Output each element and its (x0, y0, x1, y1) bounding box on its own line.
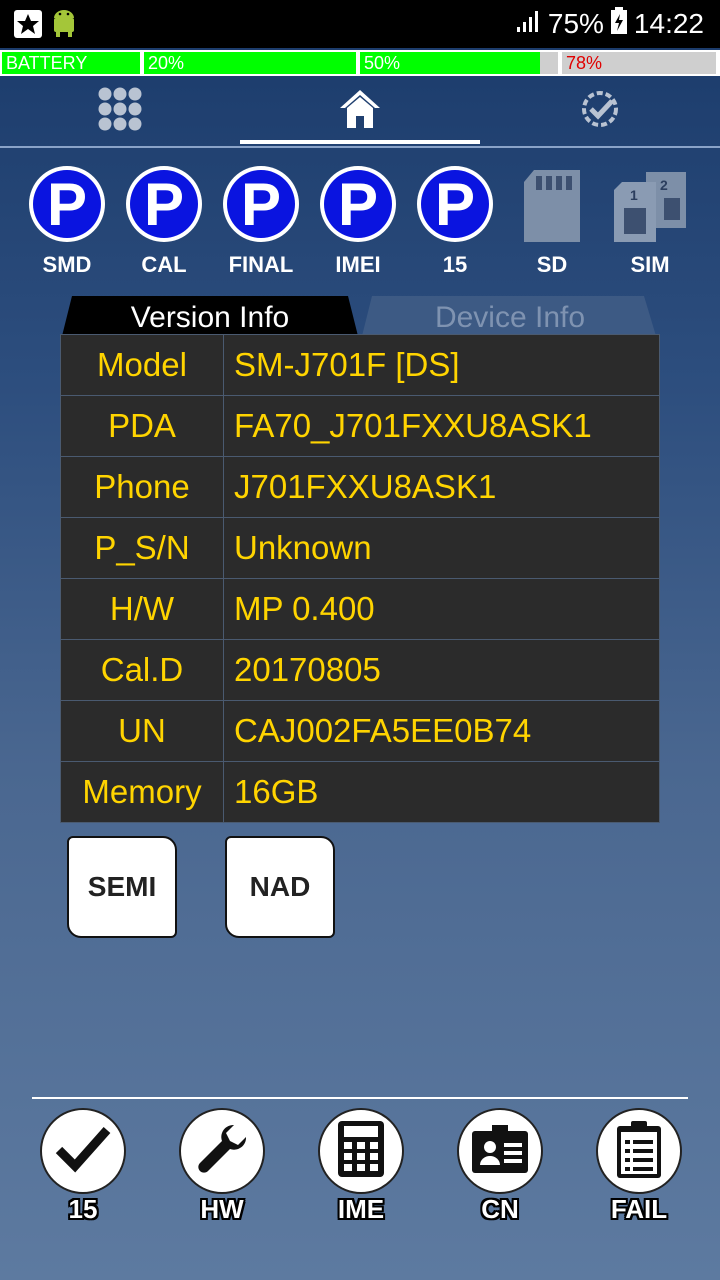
row-key: Model (60, 334, 224, 396)
status-label-smd: SMD (42, 252, 92, 277)
cn-button[interactable] (457, 1108, 543, 1194)
row-value: SM-J701F [DS] (223, 334, 660, 396)
tab-version-label: Version Info (130, 301, 290, 334)
status-label-imei: IMEI (335, 252, 381, 277)
table-row: Memory 16GB (60, 761, 660, 823)
row-key: PDA (60, 395, 224, 457)
bottom-label-cn: CN (481, 1194, 519, 1224)
table-row: Phone J701FXXU8ASK1 (60, 456, 660, 518)
star-icon (12, 8, 44, 40)
hw-button[interactable] (179, 1108, 265, 1194)
table-row: P_S/N Unknown (60, 517, 660, 579)
row-key: Cal.D (60, 639, 224, 701)
calculator-icon (338, 1120, 384, 1182)
signal-percent: 75% (547, 8, 604, 39)
top-nav (0, 78, 720, 148)
bottom-label-fail: FAIL (610, 1194, 668, 1224)
wrench-icon (194, 1121, 250, 1182)
semi-button[interactable]: SEMI (67, 836, 177, 938)
sd-card-icon[interactable] (520, 168, 584, 249)
table-row: H/W MP 0.400 (60, 578, 660, 640)
row-key: H/W (60, 578, 224, 640)
table-row: UN CAJ002FA5EE0B74 (60, 700, 660, 762)
battery-label: BATTERY (2, 52, 140, 74)
row-value: CAJ002FA5EE0B74 (223, 700, 660, 762)
status-label-15: 15 (442, 252, 468, 277)
signal-icon (516, 8, 542, 40)
tab-device-label: Device Info (434, 301, 586, 334)
status-label-cal: CAL (141, 252, 187, 277)
status-imei[interactable]: P (320, 166, 396, 242)
table-row: Cal.D 20170805 (60, 639, 660, 701)
check-settings-button[interactable] (480, 78, 720, 144)
bottom-divider (32, 1097, 688, 1099)
status-15[interactable]: P (417, 166, 493, 242)
menu-grid-button[interactable] (0, 78, 240, 144)
nav-active-indicator (240, 140, 480, 144)
battery-segment-78: 78% (562, 52, 716, 74)
row-key: UN (60, 700, 224, 762)
row-value: 20170805 (223, 639, 660, 701)
bottom-label-hw: HW (200, 1194, 244, 1224)
status-bar: 75% 14:22 (0, 0, 720, 48)
status-final[interactable]: P (223, 166, 299, 242)
clipboard-list-icon (617, 1120, 661, 1183)
row-key: Phone (60, 456, 224, 518)
test-15-button[interactable] (40, 1108, 126, 1194)
bottom-label-15: 15 (68, 1194, 98, 1224)
status-label-final: FINAL (228, 252, 294, 277)
id-card-icon (472, 1124, 528, 1178)
row-value: FA70_J701FXXU8ASK1 (223, 395, 660, 457)
row-key: Memory (60, 761, 224, 823)
storage-label-sim: SIM (630, 252, 670, 277)
grid-icon (97, 86, 143, 137)
tab-device-info[interactable]: Device Info (360, 296, 660, 336)
row-key: P_S/N (60, 517, 224, 579)
battery-charging-icon (610, 6, 628, 42)
battery-segment-gap (540, 52, 558, 74)
ime-button[interactable] (318, 1108, 404, 1194)
android-icon (50, 8, 82, 40)
storage-label-sd: SD (536, 252, 568, 277)
table-row: Model SM-J701F [DS] (60, 334, 660, 396)
status-smd[interactable]: P (29, 166, 105, 242)
row-value: Unknown (223, 517, 660, 579)
home-button[interactable] (240, 78, 480, 144)
table-row: PDA FA70_J701FXXU8ASK1 (60, 395, 660, 457)
svg-text:1: 1 (630, 187, 638, 203)
checkmark-icon (55, 1124, 111, 1179)
sim-card-icon[interactable]: 21 (612, 170, 688, 249)
check-gear-icon (578, 87, 622, 136)
row-value: MP 0.400 (223, 578, 660, 640)
svg-text:2: 2 (660, 177, 668, 193)
status-cal[interactable]: P (126, 166, 202, 242)
battery-segment-20: 20% (144, 52, 356, 74)
battery-progress-bar: BATTERY 20% 50% 78% (0, 50, 720, 76)
home-icon (338, 88, 382, 135)
nad-button[interactable]: NAD (225, 836, 335, 938)
clock: 14:22 (633, 8, 704, 39)
row-value: 16GB (223, 761, 660, 823)
bottom-label-ime: IME (337, 1194, 385, 1224)
tab-version-info[interactable]: Version Info (60, 296, 360, 336)
version-info-table: Model SM-J701F [DS] PDA FA70_J701FXXU8ASK1… (60, 334, 660, 823)
row-value: J701FXXU8ASK1 (223, 456, 660, 518)
battery-segment-50: 50% (360, 52, 540, 74)
fail-button[interactable] (596, 1108, 682, 1194)
